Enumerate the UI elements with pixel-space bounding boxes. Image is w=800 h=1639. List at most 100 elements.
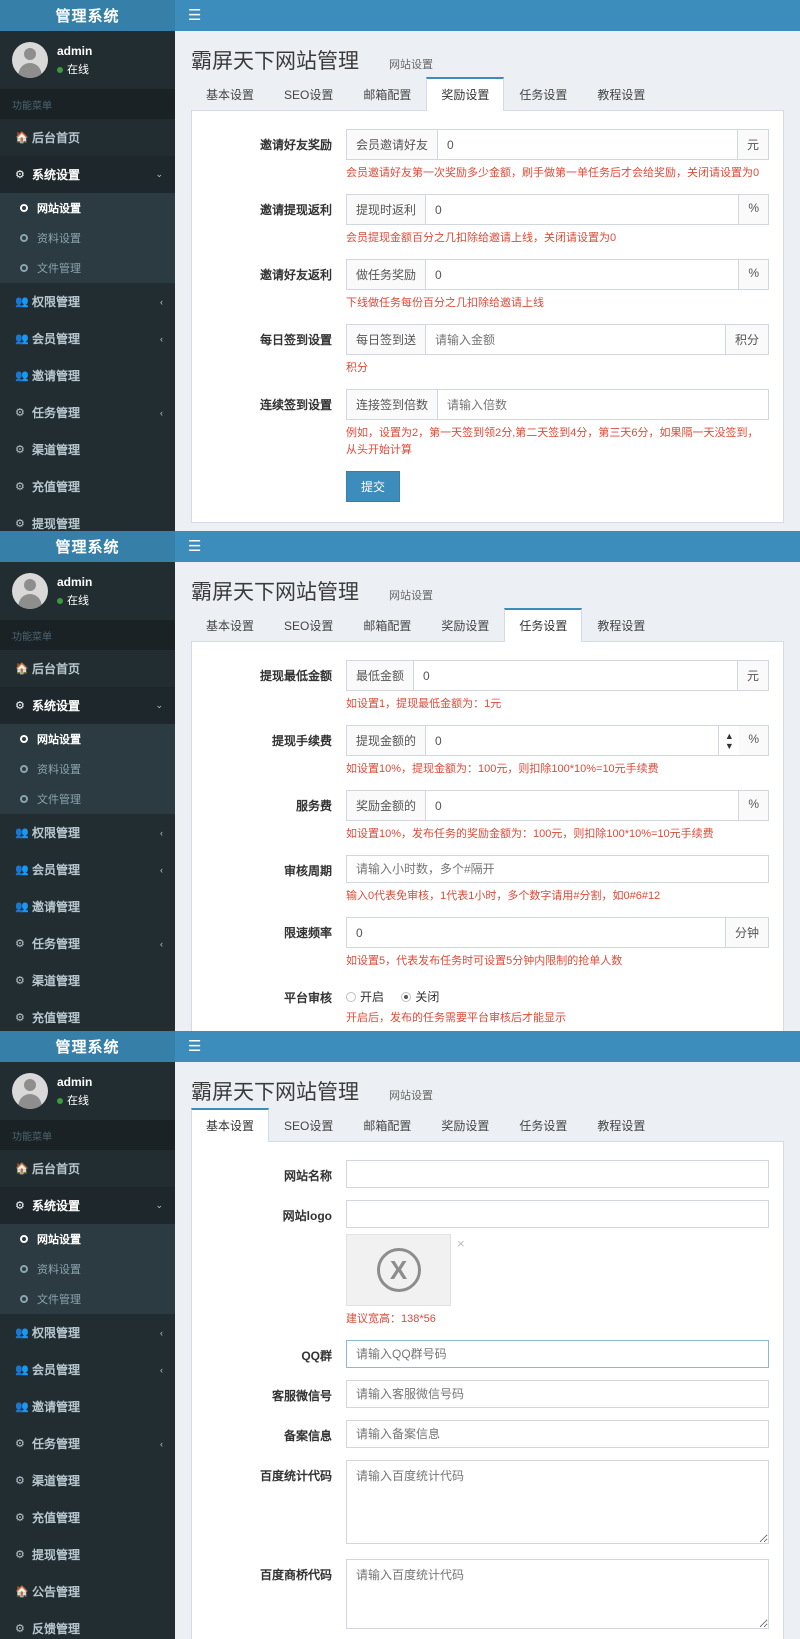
tab-email-config[interactable]: 邮箱配置 — [348, 77, 426, 111]
menu-header: 功能菜单 — [0, 1120, 175, 1150]
submenu-item-site-settings[interactable]: 网站设置 — [0, 1224, 175, 1254]
stepper-icon[interactable]: ▲ ▼ — [719, 725, 740, 757]
tab-seo-settings[interactable]: SEO设置 — [269, 608, 348, 642]
tab-seo-settings[interactable]: SEO设置 — [269, 1108, 348, 1142]
sidebar-item-home[interactable]: 🏠 后台首页 — [0, 119, 175, 156]
brand-logo[interactable]: 管理系统 — [0, 531, 175, 562]
radio-option-on[interactable]: 开启 — [346, 990, 384, 1004]
brand-logo[interactable]: 管理系统 — [0, 1031, 175, 1062]
tab-reward-settings[interactable]: 奖励设置 — [426, 77, 505, 111]
sidebar-item-notice[interactable]: 🏠 公告管理 — [0, 1573, 175, 1610]
menu-header: 功能菜单 — [0, 620, 175, 650]
home-icon: 🏠 — [15, 132, 29, 144]
tab-basic-settings[interactable]: 基本设置 — [191, 77, 269, 111]
circle-icon — [20, 1265, 28, 1273]
withdraw-rebate-input[interactable] — [425, 194, 740, 226]
friend-rebate-input[interactable] — [425, 259, 740, 291]
withdraw-fee-input[interactable] — [425, 725, 720, 757]
service-fee-input[interactable] — [425, 790, 740, 822]
submit-button[interactable]: 提交 — [346, 471, 401, 503]
hamburger-icon[interactable]: ☰ — [188, 8, 201, 23]
tab-tutorial-settings[interactable]: 教程设置 — [582, 608, 660, 642]
sidebar-item-home[interactable]: 🏠 后台首页 — [0, 1150, 175, 1187]
submenu-item-profile-settings[interactable]: 资料设置 — [0, 1254, 175, 1284]
tab-basic-settings[interactable]: 基本设置 — [191, 608, 269, 642]
brand-logo[interactable]: 管理系统 — [0, 0, 175, 31]
tab-reward-settings[interactable]: 奖励设置 — [426, 608, 504, 642]
continuous-signin-input[interactable] — [437, 389, 769, 421]
sidebar-item-recharge[interactable]: ⚙ 充值管理 — [0, 999, 175, 1031]
icp-info-input[interactable] — [346, 1420, 769, 1449]
sidebar-item-member[interactable]: 👥 会员管理 ‹ — [0, 320, 175, 357]
gears-icon: ⚙ — [15, 518, 25, 530]
sidebar-item-permission[interactable]: 👥 权限管理 ‹ — [0, 814, 175, 851]
sidebar-item-system-settings[interactable]: ⚙ 系统设置 ⌄ — [0, 1187, 175, 1224]
input-suffix: 元 — [737, 129, 769, 160]
sidebar-item-recharge[interactable]: ⚙ 充值管理 — [0, 1499, 175, 1536]
tab-seo-settings[interactable]: SEO设置 — [269, 77, 348, 111]
invite-reward-input[interactable] — [437, 129, 738, 160]
tab-email-config[interactable]: 邮箱配置 — [348, 1108, 426, 1142]
sidebar-item-invite[interactable]: 👥 邀请管理 — [0, 1388, 175, 1425]
sidebar-item-member[interactable]: 👥 会员管理 ‹ — [0, 851, 175, 888]
rate-limit-input[interactable] — [346, 917, 726, 949]
tab-task-settings[interactable]: 任务设置 — [504, 608, 583, 642]
users-icon: 👥 — [15, 1364, 29, 1376]
circle-icon — [20, 234, 28, 242]
sidebar-item-withdraw[interactable]: ⚙ 提现管理 — [0, 505, 175, 531]
tab-tutorial-settings[interactable]: 教程设置 — [582, 77, 660, 111]
radio-option-off[interactable]: 关闭 — [401, 990, 439, 1004]
submenu-item-site-settings[interactable]: 网站设置 — [0, 193, 175, 223]
hamburger-icon[interactable]: ☰ — [188, 539, 201, 554]
gears-icon: ⚙ — [15, 481, 25, 493]
review-cycle-input[interactable] — [346, 855, 769, 884]
sidebar-item-channel[interactable]: ⚙ 渠道管理 — [0, 431, 175, 468]
online-dot-icon — [57, 1097, 63, 1104]
breadcrumb: 网站设置 — [389, 59, 433, 71]
qq-group-input[interactable] — [346, 1340, 769, 1369]
sidebar-item-channel[interactable]: ⚙ 渠道管理 — [0, 962, 175, 999]
sidebar-item-invite[interactable]: 👥 邀请管理 — [0, 357, 175, 394]
site-logo-input[interactable] — [346, 1200, 769, 1228]
tab-basic-settings[interactable]: 基本设置 — [191, 1108, 270, 1142]
sidebar-item-recharge[interactable]: ⚙ 充值管理 — [0, 468, 175, 505]
sidebar-item-task[interactable]: ⚙ 任务管理 ‹ — [0, 925, 175, 962]
tab-task-settings[interactable]: 任务设置 — [504, 77, 582, 111]
sidebar-item-system-settings[interactable]: ⚙ 系统设置 ⌄ — [0, 156, 175, 193]
remove-logo-icon[interactable]: × — [457, 1236, 465, 1251]
site-name-input[interactable] — [346, 1160, 769, 1188]
sidebar-item-task[interactable]: ⚙ 任务管理 ‹ — [0, 1425, 175, 1462]
sidebar-item-permission[interactable]: 👥 权限管理 ‹ — [0, 1314, 175, 1351]
form-row-withdraw-fee: 提现手续费 提现金额的 ▲▼ % 如设置10%，提现金额为：100元，则扣除10… — [206, 725, 769, 778]
sidebar-item-permission[interactable]: 👥 权限管理 ‹ — [0, 283, 175, 320]
circle-icon — [20, 795, 28, 803]
submenu-item-file-manage[interactable]: 文件管理 — [0, 1284, 175, 1314]
tab-task-settings[interactable]: 任务设置 — [504, 1108, 582, 1142]
sidebar-item-invite[interactable]: 👥 邀请管理 — [0, 888, 175, 925]
sidebar-item-system-settings[interactable]: ⚙ 系统设置 ⌄ — [0, 687, 175, 724]
sidebar-item-member[interactable]: 👥 会员管理 ‹ — [0, 1351, 175, 1388]
sidebar-item-channel[interactable]: ⚙ 渠道管理 — [0, 1462, 175, 1499]
field-label: 连续签到设置 — [259, 398, 332, 413]
sidebar-item-task[interactable]: ⚙ 任务管理 ‹ — [0, 394, 175, 431]
min-withdraw-input[interactable] — [413, 660, 738, 691]
sidebar-item-home[interactable]: 🏠 后台首页 — [0, 650, 175, 687]
hamburger-icon[interactable]: ☰ — [188, 1039, 201, 1054]
submenu-item-profile-settings[interactable]: 资料设置 — [0, 223, 175, 253]
tab-tutorial-settings[interactable]: 教程设置 — [582, 1108, 660, 1142]
submenu-item-file-manage[interactable]: 文件管理 — [0, 784, 175, 814]
tab-reward-settings[interactable]: 奖励设置 — [426, 1108, 504, 1142]
submenu-item-profile-settings[interactable]: 资料设置 — [0, 754, 175, 784]
baidu-bridge-textarea[interactable] — [346, 1559, 769, 1630]
form-row-review-cycle: 审核周期 输入0代表免审核，1代表1小时，多个数字请用#分割，如0#6#12 — [206, 855, 769, 905]
sidebar-item-withdraw[interactable]: ⚙ 提现管理 — [0, 1536, 175, 1573]
tab-email-config[interactable]: 邮箱配置 — [348, 608, 426, 642]
daily-signin-input[interactable] — [425, 324, 726, 356]
online-dot-icon — [57, 597, 63, 604]
submenu-item-site-settings[interactable]: 网站设置 — [0, 724, 175, 754]
service-wechat-input[interactable] — [346, 1380, 769, 1409]
baidu-stats-textarea[interactable] — [346, 1460, 769, 1545]
sidebar-item-feedback[interactable]: ⚙ 反馈管理 — [0, 1610, 175, 1639]
submenu-item-file-manage[interactable]: 文件管理 — [0, 253, 175, 283]
input-prefix: 每日签到送 — [346, 324, 426, 356]
